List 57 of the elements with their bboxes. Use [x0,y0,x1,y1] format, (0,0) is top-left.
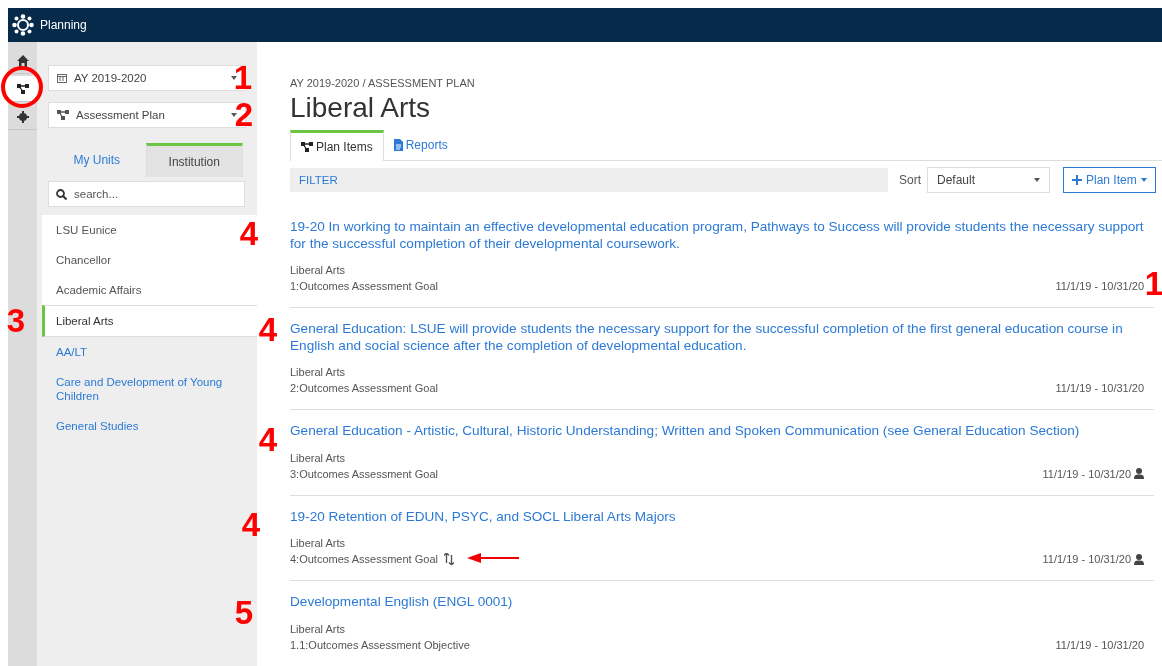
calendar-icon [57,73,67,83]
date-range: 11/1/19 - 10/31/20 [1055,637,1144,653]
annotation-number: 4 [258,426,278,454]
network-icon [57,109,69,121]
item-type: 4:Outcomes Assessment Goal [290,552,438,567]
app-title: Planning [40,18,87,32]
item-type: 2:Outcomes Assessment Goal [290,381,438,396]
sort-label: Sort [899,173,921,187]
plan-item-link[interactable]: General Education - Artistic, Cultural, Historic Understanding; Written and Spoken Communication (see General Education Section) [290,423,1154,440]
unit-label: Liberal Arts [290,365,347,380]
annotation-arrow [467,553,519,563]
date-range: 11/1/19 - 10/31/20 [1055,381,1144,396]
unit-item[interactable]: Academic Affairs [42,275,257,305]
unit-label: Liberal Arts [290,536,347,551]
search-field[interactable]: search... [48,181,245,207]
annotation-number: 3 [6,307,26,335]
annotation-number: 4 [241,511,261,539]
date-range: 11/1/19 - 10/31/20 [1042,552,1131,567]
unit-item[interactable]: AA/LT [42,337,257,367]
annotation-circle [1,66,43,108]
plan-item-link[interactable]: Developmental English (ENGL 0001) [290,594,1154,611]
content-tab[interactable]: Reports [383,130,458,160]
item-type: 1.1:Outcomes Assessment Objective [290,637,470,653]
date-range: 11/1/19 - 10/31/20 [1055,279,1144,294]
annotation-number: 1 [1144,270,1162,298]
plan-item-link[interactable]: 19-20 In working to maintain an effective developmental education program, Pathways to Success will provide students the necessary support for the successful completion of their developmental coursework. [290,219,1154,252]
home-icon [16,54,29,67]
add-plan-item-button[interactable]: Plan Item [1063,167,1156,193]
plus-icon [1072,175,1082,185]
unit-label: Liberal Arts [290,450,347,466]
item-type: 1:Outcomes Assessment Goal [290,279,438,294]
document-icon [393,139,403,151]
filter-bar[interactable]: FILTER [290,168,888,192]
unit-item[interactable]: Care and Development of Young Children [42,367,257,411]
item-type: 3:Outcomes Assessment Goal [290,466,438,482]
unit-item[interactable]: Chancellor [42,245,257,275]
unit-item[interactable]: Liberal Arts [42,305,257,337]
annotation-number: 4 [258,316,278,344]
rail-button[interactable] [8,76,37,102]
unit-tab[interactable]: My Units [48,143,146,177]
content-tab[interactable]: Plan Items [290,130,384,161]
date-range: 11/1/19 - 10/31/20 [1042,466,1131,482]
search-icon [56,189,67,200]
annotation-number: 4 [239,220,259,248]
unit-tab[interactable]: Institution [145,143,243,177]
sort-dropdown[interactable]: Default [927,167,1050,193]
unit-label: Liberal Arts [290,263,347,278]
plan-item-link[interactable]: 19-20 Retention of EDUN, PSYC, and SOCL Liberal Arts Majors [290,508,1154,525]
unit-item[interactable]: General Studies [42,411,257,441]
annotation-number: 5 [234,599,254,627]
page-title: Liberal Arts [290,92,432,124]
breadcrumb: AY 2019-2020 / ASSESSMENT PLAN [290,77,476,90]
unit-label: Liberal Arts [290,621,347,637]
plan-item-link[interactable]: General Education: LSUE will provide students the necessary support for the successful completion of the first general education course in English and social science after the completion of developmental education. [290,321,1154,354]
app-logo-icon [12,14,34,36]
network-icon [301,141,313,153]
network-icon [16,82,29,95]
